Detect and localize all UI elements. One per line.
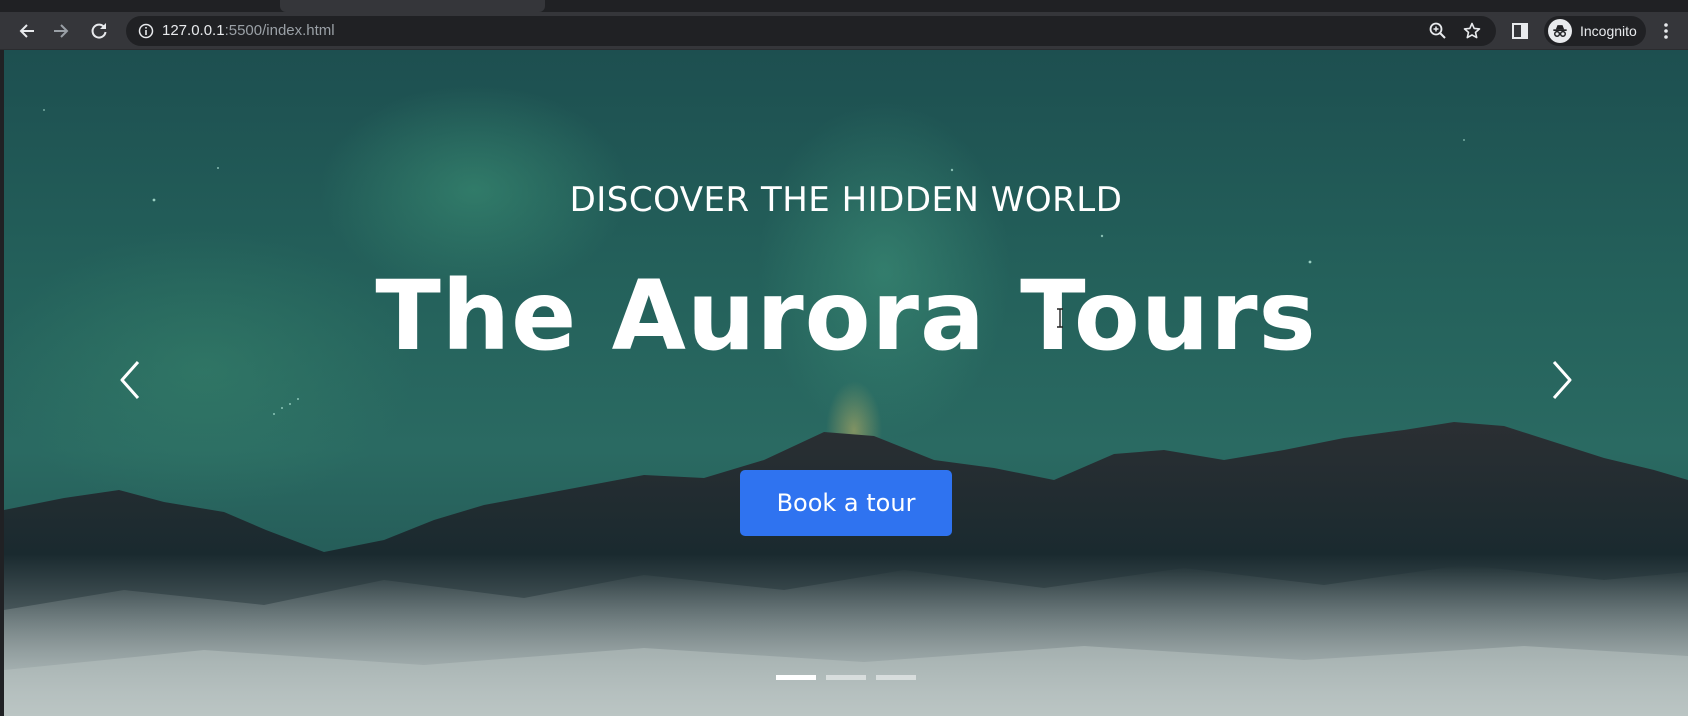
chevron-left-icon[interactable] xyxy=(110,350,150,410)
site-info-icon[interactable] xyxy=(138,23,154,39)
profile-button[interactable]: Incognito xyxy=(1544,16,1646,46)
mountain-silhouette xyxy=(4,422,1688,716)
url-host: 127.0.0.1 xyxy=(162,22,225,39)
active-tab[interactable] xyxy=(280,0,545,12)
hero-carousel: DISCOVER THE HIDDEN WORLD The Aurora Tou… xyxy=(4,50,1688,716)
carousel-indicator-1[interactable] xyxy=(776,675,816,680)
hero-kicker: DISCOVER THE HIDDEN WORLD xyxy=(569,180,1123,220)
side-panel-icon[interactable] xyxy=(1510,21,1530,41)
carousel-indicator-3[interactable] xyxy=(876,675,916,680)
url-text: 127.0.0.1:5500/index.html xyxy=(162,22,335,39)
browser-toolbar: 127.0.0.1:5500/index.html Incognito xyxy=(0,12,1688,50)
incognito-icon xyxy=(1548,19,1572,43)
three-dot-menu-icon[interactable] xyxy=(1656,21,1676,41)
reload-icon xyxy=(91,23,107,39)
back-button[interactable] xyxy=(12,16,42,46)
text-cursor-icon xyxy=(1057,308,1063,328)
profile-label: Incognito xyxy=(1580,23,1637,39)
carousel-indicator-2[interactable] xyxy=(826,675,866,680)
zoom-icon[interactable] xyxy=(1428,21,1448,41)
hero-title: The Aurora Tours xyxy=(375,260,1317,372)
forward-arrow-icon xyxy=(54,24,69,38)
tab-strip xyxy=(0,0,1688,12)
book-tour-button[interactable]: Book a tour xyxy=(740,470,952,536)
back-arrow-icon xyxy=(19,24,34,38)
url-path: :5500/index.html xyxy=(224,22,335,39)
carousel-indicators xyxy=(776,675,916,680)
chevron-right-icon[interactable] xyxy=(1542,350,1582,410)
address-bar[interactable]: 127.0.0.1:5500/index.html xyxy=(126,16,1496,46)
star-icon[interactable] xyxy=(1462,21,1482,41)
reload-button[interactable] xyxy=(84,16,114,46)
forward-button[interactable] xyxy=(46,16,76,46)
